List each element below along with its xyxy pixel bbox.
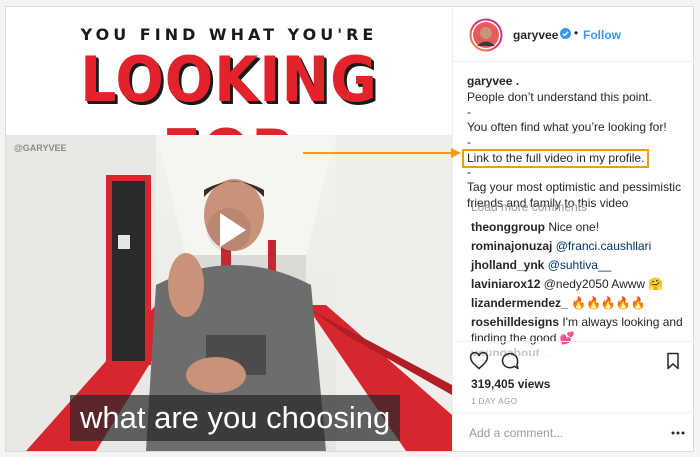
comment-text[interactable]: @franci.caushllari (556, 239, 652, 253)
caption-line: You often find what you’re looking for! (467, 120, 667, 134)
comment-username[interactable]: jholland_ynk (471, 258, 544, 272)
comment-item: theonggroup Nice one! (471, 218, 691, 237)
avatar[interactable] (469, 18, 503, 52)
follow-button[interactable]: Follow (583, 28, 621, 42)
heart-icon[interactable] (469, 351, 489, 371)
comment-username[interactable]: lizandermendez_ (471, 296, 568, 310)
header-separator: • (574, 26, 579, 40)
comment-list: theonggroup Nice one! rominajonuzaj @fra… (471, 218, 691, 356)
video-player[interactable]: @GARYVEE what are you choosing (6, 135, 452, 451)
view-count[interactable]: 319,405 views (471, 377, 550, 391)
comment-username[interactable]: laviniarox12 (471, 277, 540, 291)
video-watermark: @GARYVEE (14, 143, 67, 153)
add-comment-input[interactable] (469, 424, 659, 442)
header-username[interactable]: garyvee (513, 28, 558, 42)
verified-badge-icon (560, 28, 571, 39)
add-comment-bar (453, 412, 694, 451)
comment-item: lizandermendez_ 🔥🔥🔥🔥🔥 (471, 294, 691, 313)
caption-line: Tag your most optimistic and pessimistic (467, 180, 682, 194)
play-icon[interactable] (206, 207, 252, 253)
comment-text: @nedy2050 Awww 🤗 (543, 277, 664, 291)
load-more-comments-link[interactable]: Load more comments (471, 200, 587, 214)
caption-dash: - (467, 135, 471, 149)
annotation-arrow-icon (303, 148, 461, 158)
post-sidebar: garyvee • Follow garyvee . People don’t … (452, 7, 694, 451)
caption-dash: - (467, 105, 471, 119)
caption-highlighted-line: Link to the full video in my profile. (462, 149, 650, 168)
caption-line: People don’t understand this point. (467, 90, 652, 104)
comment-username[interactable]: rominajonuzaj (471, 239, 552, 253)
comment-text: Nice one! (548, 220, 600, 234)
post-header: garyvee • Follow (453, 7, 694, 62)
comment-username[interactable]: theonggroup (471, 220, 545, 234)
post-media: YOU FIND WHAT YOU'RE LOOKING FOR (6, 7, 452, 451)
comment-item: laviniarox12 @nedy2050 Awww 🤗 (471, 275, 691, 294)
video-subtitle: what are you choosing (70, 395, 401, 441)
post-caption: garyvee . People don’t understand this p… (462, 73, 687, 211)
comment-text: 🔥🔥🔥🔥🔥 (571, 296, 646, 310)
instagram-post: YOU FIND WHAT YOU'RE LOOKING FOR (5, 6, 694, 452)
post-date: 1 DAY AGO (471, 397, 518, 406)
comment-username[interactable]: rosehilldesigns (471, 315, 559, 329)
bookmark-icon[interactable] (663, 351, 683, 371)
comment-item: rominajonuzaj @franci.caushllari (471, 237, 691, 256)
comment-text[interactable]: @suhtiva__ (548, 258, 612, 272)
caption-username[interactable]: garyvee . (467, 73, 687, 89)
more-options-icon[interactable] (671, 426, 685, 440)
media-title-top: YOU FIND WHAT YOU'RE (80, 25, 378, 44)
comment-text: I'm always looking and (562, 315, 683, 329)
comment-icon[interactable] (500, 351, 520, 371)
comment-item: jholland_ynk @suhtiva__ (471, 256, 691, 275)
action-bar (453, 341, 694, 381)
